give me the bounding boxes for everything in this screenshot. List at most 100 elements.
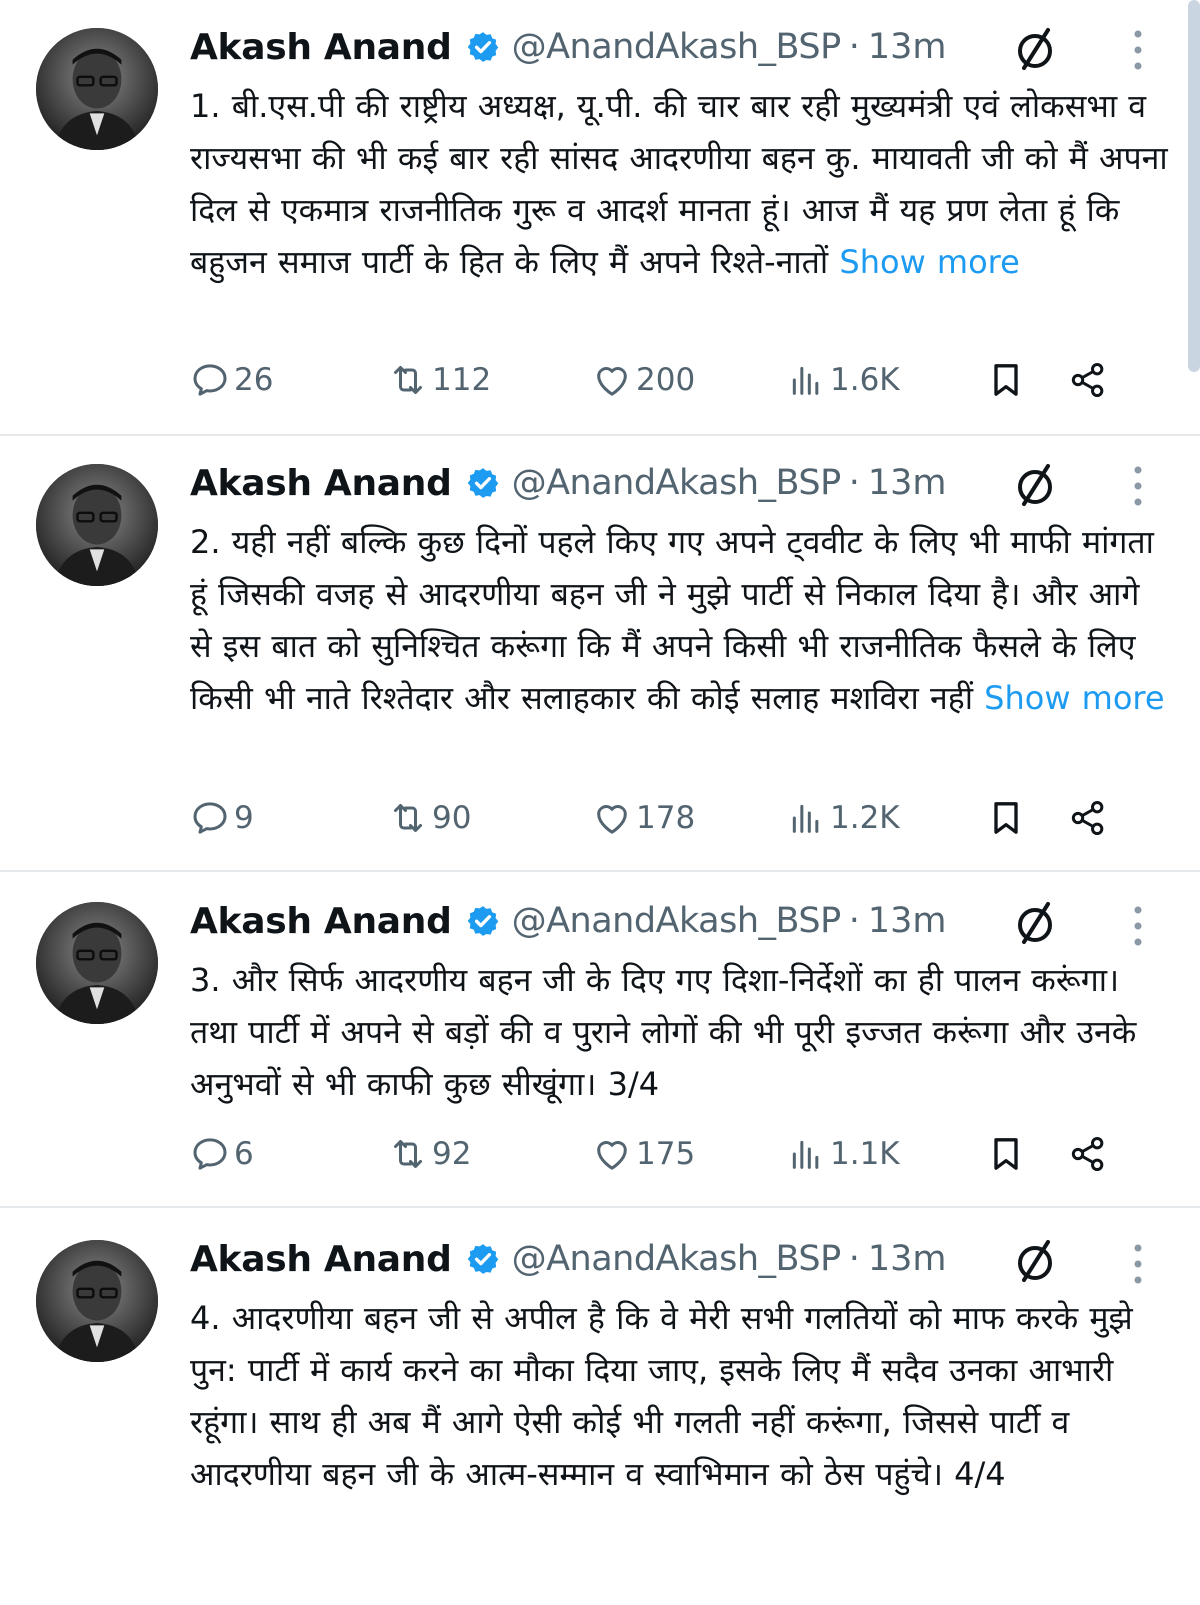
separator: · — [848, 27, 860, 67]
reply-icon — [193, 364, 227, 396]
bookmark-button[interactable] — [986, 1132, 1030, 1176]
tweet-1[interactable]: Akash Anand @AnandAkash_BSP · 13m 1. बी.… — [0, 0, 1200, 432]
like-button[interactable]: 178 — [592, 796, 695, 840]
show-more-link[interactable]: Show more — [839, 243, 1019, 281]
views-button[interactable]: 1.1K — [786, 1132, 900, 1176]
reply-icon — [193, 802, 227, 834]
bookmark-button[interactable] — [986, 358, 1030, 402]
reply-count: 26 — [234, 362, 274, 398]
repost-icon — [394, 804, 422, 832]
author-name[interactable]: Akash Anand — [190, 27, 452, 68]
timestamp[interactable]: 13m — [868, 463, 947, 503]
tweet-actions: 26 112 200 1.6K — [190, 358, 1150, 402]
verified-badge-icon — [466, 466, 500, 500]
grok-icon[interactable] — [1010, 898, 1060, 948]
share-button[interactable] — [1068, 358, 1112, 402]
views-button[interactable]: 1.6K — [786, 358, 900, 402]
repost-icon — [394, 366, 422, 394]
timestamp[interactable]: 13m — [868, 901, 947, 941]
views-icon — [792, 366, 819, 395]
views-button[interactable]: 1.2K — [786, 796, 900, 840]
more-options-icon[interactable] — [1128, 28, 1148, 72]
repost-button[interactable]: 90 — [388, 796, 471, 840]
like-count: 200 — [636, 362, 696, 398]
tweet-text-content: 1. बी.एस.पी की राष्ट्रीय अध्यक्ष, यू.पी.… — [190, 87, 1168, 281]
views-icon — [792, 804, 819, 833]
author-handle[interactable]: @AnandAkash_BSP — [512, 1239, 842, 1279]
share-button[interactable] — [1068, 1132, 1112, 1176]
author-handle[interactable]: @AnandAkash_BSP — [512, 463, 842, 503]
tweet-actions: 9 90 178 1.2K — [190, 796, 1150, 840]
share-icon — [1071, 801, 1104, 835]
repost-count: 92 — [432, 1136, 472, 1172]
avatar[interactable] — [36, 1240, 158, 1362]
more-options-icon[interactable] — [1128, 1242, 1148, 1286]
separator: · — [848, 463, 860, 503]
tweet-text: 1. बी.एस.पी की राष्ट्रीय अध्यक्ष, यू.पी.… — [190, 80, 1170, 288]
tweet-actions: 6 92 175 1.1K — [190, 1132, 1150, 1176]
repost-count: 90 — [432, 800, 472, 836]
views-count: 1.6K — [830, 362, 900, 398]
reply-count: 9 — [234, 800, 254, 836]
repost-button[interactable]: 112 — [388, 358, 491, 402]
grok-icon[interactable] — [1010, 460, 1060, 510]
avatar[interactable] — [36, 28, 158, 150]
views-icon — [792, 1140, 819, 1169]
verified-badge-icon — [466, 904, 500, 938]
tweet-header: Akash Anand @AnandAkash_BSP · 13m — [190, 458, 947, 508]
like-icon — [597, 805, 627, 834]
author-name[interactable]: Akash Anand — [190, 901, 452, 942]
repost-count: 112 — [432, 362, 492, 398]
tweet-header: Akash Anand @AnandAkash_BSP · 13m — [190, 1234, 947, 1284]
tweet-text-content: 4. आदरणीया बहन जी से अपील है कि वे मेरी … — [190, 1299, 1133, 1493]
author-name[interactable]: Akash Anand — [190, 463, 452, 504]
grok-icon[interactable] — [1010, 1236, 1060, 1286]
like-count: 175 — [636, 1136, 696, 1172]
author-handle[interactable]: @AnandAkash_BSP — [512, 27, 842, 67]
tweet-text: 2. यही नहीं बल्कि कुछ दिनों पहले किए गए … — [190, 516, 1170, 724]
like-button[interactable]: 200 — [592, 358, 695, 402]
repost-icon — [394, 1140, 422, 1168]
tweet-header: Akash Anand @AnandAkash_BSP · 13m — [190, 896, 947, 946]
reply-count: 6 — [234, 1136, 254, 1172]
more-options-icon[interactable] — [1128, 464, 1148, 508]
reply-button[interactable]: 9 — [190, 796, 254, 840]
avatar[interactable] — [36, 902, 158, 1024]
author-name[interactable]: Akash Anand — [190, 1239, 452, 1280]
bookmark-button[interactable] — [986, 796, 1030, 840]
like-count: 178 — [636, 800, 696, 836]
verified-badge-icon — [466, 30, 500, 64]
tweet-header: Akash Anand @AnandAkash_BSP · 13m — [190, 22, 947, 72]
reply-button[interactable]: 6 — [190, 1132, 254, 1176]
tweet-text-content: 3. और सिर्फ आदरणीय बहन जी के दिए गए दिशा… — [190, 961, 1137, 1103]
more-options-icon[interactable] — [1128, 904, 1148, 948]
separator: · — [848, 901, 860, 941]
separator: · — [848, 1239, 860, 1279]
tweet-4[interactable]: Akash Anand @AnandAkash_BSP · 13m 4. आदर… — [0, 1208, 1200, 1605]
grok-icon[interactable] — [1010, 24, 1060, 74]
tweet-feed: Akash Anand @AnandAkash_BSP · 13m 1. बी.… — [0, 0, 1200, 1605]
tweet-text: 4. आदरणीया बहन जी से अपील है कि वे मेरी … — [190, 1292, 1170, 1500]
bookmark-icon — [994, 1138, 1018, 1170]
share-icon — [1071, 1137, 1104, 1171]
author-handle[interactable]: @AnandAkash_BSP — [512, 901, 842, 941]
avatar[interactable] — [36, 464, 158, 586]
timestamp[interactable]: 13m — [868, 27, 947, 67]
show-more-link[interactable]: Show more — [984, 679, 1164, 717]
like-button[interactable]: 175 — [592, 1132, 695, 1176]
share-button[interactable] — [1068, 796, 1112, 840]
views-count: 1.2K — [830, 800, 900, 836]
bookmark-icon — [994, 802, 1018, 834]
like-icon — [597, 367, 627, 396]
views-count: 1.1K — [830, 1136, 900, 1172]
tweet-3[interactable]: Akash Anand @AnandAkash_BSP · 13m 3. और … — [0, 872, 1200, 1202]
verified-badge-icon — [466, 1242, 500, 1276]
share-icon — [1071, 363, 1104, 397]
repost-button[interactable]: 92 — [388, 1132, 471, 1176]
tweet-2[interactable]: Akash Anand @AnandAkash_BSP · 13m 2. यही… — [0, 436, 1200, 868]
reply-icon — [193, 1138, 227, 1170]
bookmark-icon — [994, 364, 1018, 396]
reply-button[interactable]: 26 — [190, 358, 273, 402]
like-icon — [597, 1141, 627, 1170]
timestamp[interactable]: 13m — [868, 1239, 947, 1279]
